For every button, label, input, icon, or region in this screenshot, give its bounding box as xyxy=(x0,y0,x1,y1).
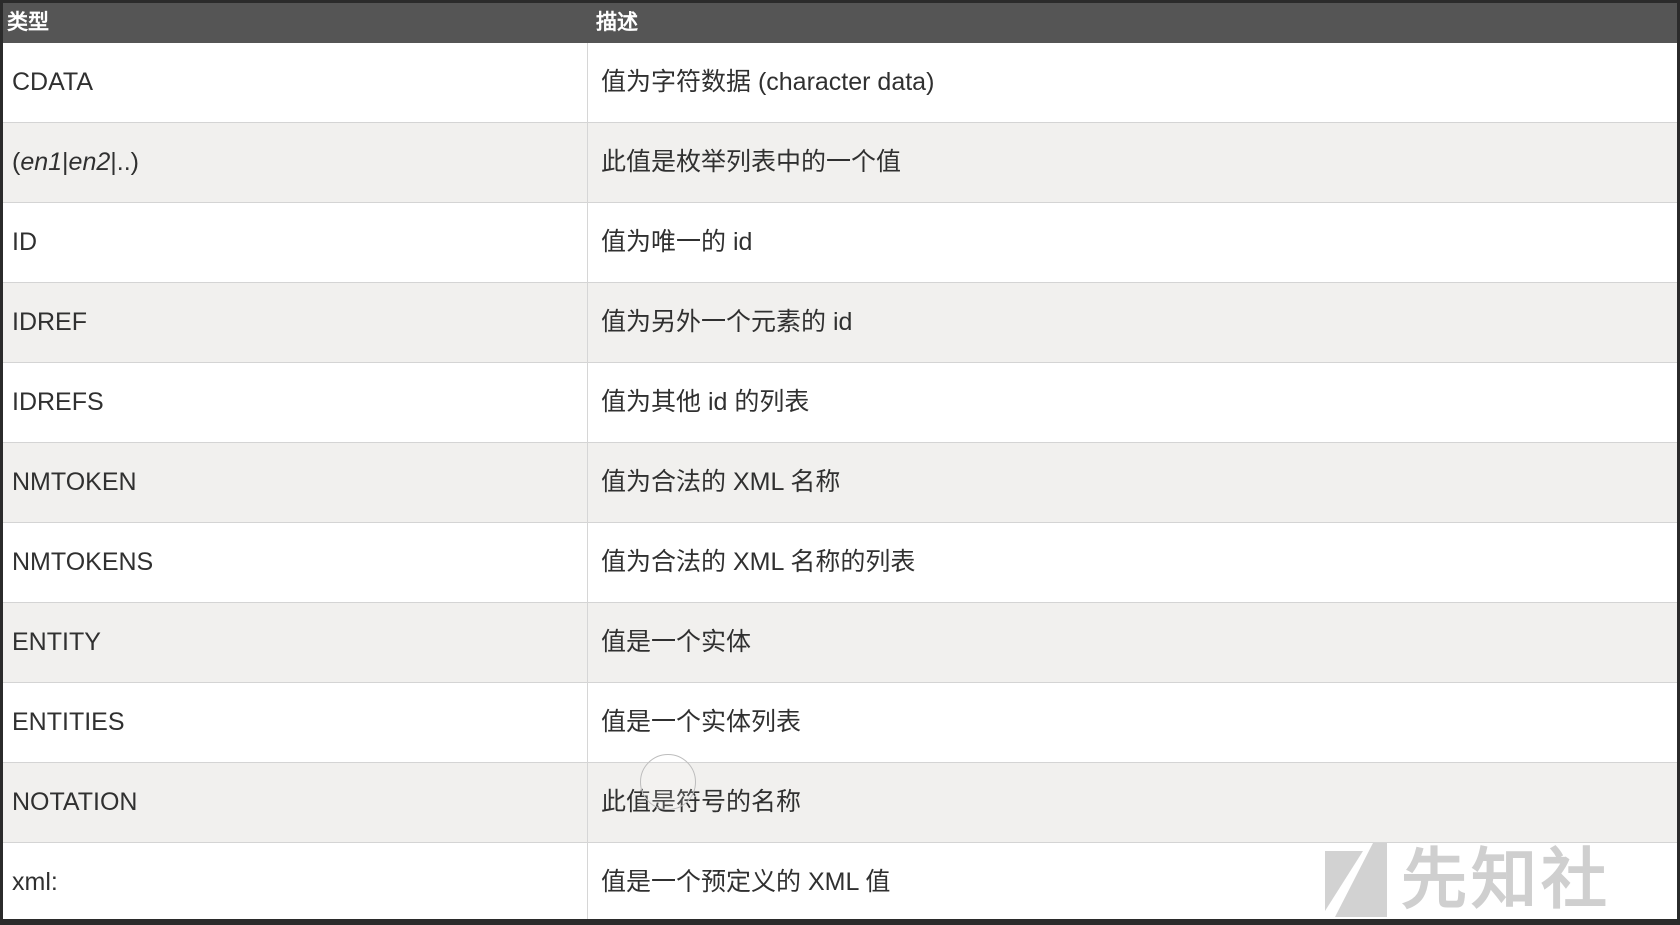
table-row: NMTOKENS 值为合法的 XML 名称的列表 xyxy=(3,523,1677,603)
type-cell: (en1|en2|..) xyxy=(12,123,139,202)
table-row: ID 值为唯一的 id xyxy=(3,203,1677,283)
table-body: CDATA 值为字符数据 (character data) (en1|en2|.… xyxy=(3,43,1677,919)
header-description: 描述 xyxy=(596,11,638,34)
type-cell: ID xyxy=(12,228,37,256)
xianzhi-logo-icon xyxy=(1325,843,1387,917)
type-cell: NMTOKENS xyxy=(12,548,154,576)
mouse-cursor-ring xyxy=(640,754,696,810)
description-cell: 值为唯一的 id xyxy=(601,228,753,256)
description-cell: 此值是符号的名称 xyxy=(601,788,802,816)
description-cell: 值为其他 id 的列表 xyxy=(601,388,810,416)
description-cell: 值是一个预定义的 XML 值 xyxy=(601,868,891,896)
description-cell: 值是一个实体 xyxy=(601,628,752,656)
description-cell: 值为合法的 XML 名称 xyxy=(601,468,841,496)
table-header: 类型 描述 xyxy=(3,3,1677,43)
table-row: NMTOKEN 值为合法的 XML 名称 xyxy=(3,443,1677,523)
table-row: CDATA 值为字符数据 (character data) xyxy=(3,43,1677,123)
table-row: (en1|en2|..) 此值是枚举列表中的一个值 xyxy=(3,123,1677,203)
type-cell: xml: xyxy=(12,868,58,896)
column-divider xyxy=(587,43,588,919)
type-cell: ENTITIES xyxy=(12,708,125,736)
description-cell: 值为另外一个元素的 id xyxy=(601,308,853,336)
type-cell: IDREF xyxy=(12,308,87,336)
header-type: 类型 xyxy=(7,11,49,34)
type-cell: ENTITY xyxy=(12,628,101,656)
type-cell-text: (en1|en2|..) xyxy=(12,148,139,176)
description-cell: 值为字符数据 (character data) xyxy=(601,68,935,96)
table-row: ENTITY 值是一个实体 xyxy=(3,603,1677,683)
description-cell: 此值是枚举列表中的一个值 xyxy=(601,148,902,176)
attribute-types-table: 类型 描述 CDATA 值为字符数据 (character data) (en1… xyxy=(3,3,1677,919)
table-row: IDREFS 值为其他 id 的列表 xyxy=(3,363,1677,443)
type-cell: NMTOKEN xyxy=(12,468,137,496)
description-cell: 值是一个实体列表 xyxy=(601,708,802,736)
type-cell: IDREFS xyxy=(12,388,104,416)
type-cell: CDATA xyxy=(12,68,94,96)
type-cell: NOTATION xyxy=(12,788,138,816)
description-cell: 值为合法的 XML 名称的列表 xyxy=(601,548,916,576)
watermark-text: 先知社区 xyxy=(1401,842,1611,916)
table-row: IDREF 值为另外一个元素的 id xyxy=(3,283,1677,363)
watermark: 先知社区 xyxy=(1321,831,1651,919)
table-row: ENTITIES 值是一个实体列表 xyxy=(3,683,1677,763)
